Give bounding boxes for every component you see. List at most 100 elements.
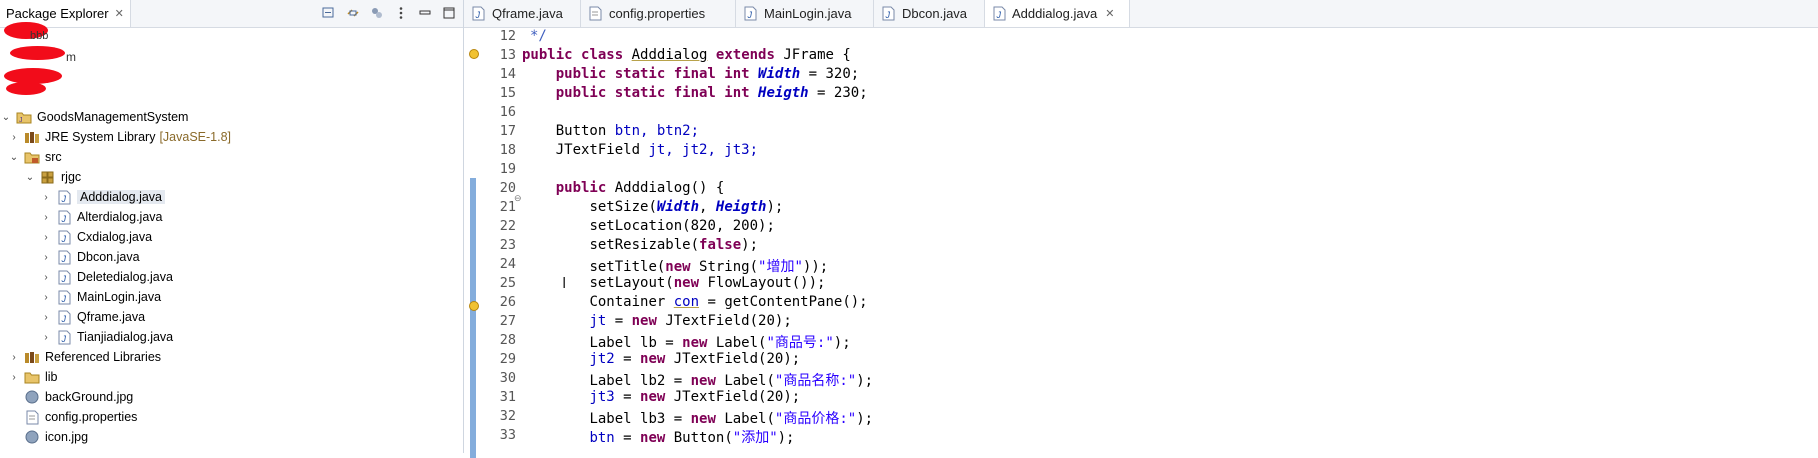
link-with-editor-icon[interactable] xyxy=(345,5,361,21)
image-file-icon xyxy=(24,429,40,445)
code-token: jt xyxy=(589,313,607,329)
tree-item-java-file[interactable]: › J Alterdialog.java xyxy=(40,207,162,227)
chevron-right-icon[interactable]: › xyxy=(40,332,52,343)
code-token: public xyxy=(522,47,573,63)
code-line: public class Adddialog extends JFrame { xyxy=(522,47,851,63)
code-token: "添加" xyxy=(732,430,778,446)
code-token: con xyxy=(673,294,700,310)
tree-item-jre[interactable]: › JRE System Library [JavaSE-1.8] xyxy=(8,127,231,147)
maximize-icon[interactable] xyxy=(441,5,457,21)
chevron-right-icon[interactable]: › xyxy=(40,232,52,243)
code-token: btn, btn2; xyxy=(614,123,700,139)
chevron-right-icon[interactable]: › xyxy=(40,292,52,303)
editor-tab[interactable]: J MainLogin.java xyxy=(736,0,874,27)
code-line: public Adddialog() { xyxy=(522,180,725,196)
code-area[interactable]: ⊖ I 12 13 14 15 16 17 18 19 20 21 22 23 … xyxy=(464,28,1818,458)
tree-item-java-file[interactable]: › J MainLogin.java xyxy=(40,287,161,307)
code-token: public static final int xyxy=(555,66,750,82)
code-line: Label lb2 = new Label("商品名称:"); xyxy=(522,370,873,390)
java-file-icon: J xyxy=(56,189,72,205)
editor-tab-active[interactable]: J Adddialog.java ✕ xyxy=(985,0,1130,27)
code-editor: J Qframe.java config.properties J MainLo… xyxy=(464,0,1818,458)
current-block-marker xyxy=(470,178,476,458)
folder-icon xyxy=(24,369,40,385)
code-token: )); xyxy=(802,259,829,275)
tree-item-java-file[interactable]: › J Deletedialog.java xyxy=(40,267,173,287)
tree-item-file[interactable]: icon.jpg xyxy=(24,427,88,447)
tree-item-label: MainLogin.java xyxy=(77,290,162,304)
java-file-icon: J xyxy=(56,249,72,265)
chevron-right-icon[interactable]: › xyxy=(40,312,52,323)
code-line: setLocation(820, 200); xyxy=(522,218,775,234)
chevron-right-icon[interactable]: › xyxy=(40,272,52,283)
chevron-right-icon[interactable]: › xyxy=(8,132,20,143)
line-number: 24 xyxy=(499,256,516,272)
chevron-right-icon[interactable]: › xyxy=(8,372,20,383)
code-line: setTitle(new String("增加")); xyxy=(522,256,828,276)
tree-item-label: Adddialog.java xyxy=(77,190,166,204)
tree-item-file[interactable]: backGround.jpg xyxy=(24,387,133,407)
code-token: Width xyxy=(656,199,700,215)
line-number: 32 xyxy=(499,408,516,424)
editor-tab-label: Qframe.java xyxy=(492,6,563,21)
code-token: String( xyxy=(690,259,759,275)
library-icon xyxy=(24,129,40,145)
code-token: Button xyxy=(555,123,607,139)
code-token: new xyxy=(640,389,666,405)
line-number: 20 xyxy=(499,180,516,196)
code-line: btn = new Button("添加"); xyxy=(522,427,794,447)
chevron-right-icon[interactable]: › xyxy=(40,252,52,263)
code-token: = xyxy=(606,313,632,329)
editor-tab[interactable]: J Dbcon.java xyxy=(874,0,985,27)
library-icon xyxy=(24,349,40,365)
redacted-partial-text: m xyxy=(66,50,76,64)
editor-tab[interactable]: J Qframe.java xyxy=(464,0,581,27)
code-token: FlowLayout()); xyxy=(699,275,826,291)
line-number: 12 xyxy=(499,28,516,44)
chevron-right-icon[interactable]: › xyxy=(8,352,20,363)
code-token: ); xyxy=(833,335,851,351)
chevron-down-icon[interactable]: ⌄ xyxy=(0,112,12,123)
jre-version-label: [JavaSE-1.8] xyxy=(159,130,232,144)
code-token: jt3 xyxy=(589,389,615,405)
tree-item-referenced-libraries[interactable]: › Referenced Libraries xyxy=(8,347,161,367)
code-token: btn xyxy=(589,430,615,446)
code-token: new xyxy=(682,335,708,351)
tree-item-label: src xyxy=(45,150,62,164)
tree-item-project[interactable]: ⌄ J GoodsManagementSystem xyxy=(0,107,189,127)
code-token: Adddialog() { xyxy=(614,180,725,196)
code-token: setLocation(820, 200); xyxy=(589,218,775,234)
filters-icon[interactable] xyxy=(369,5,385,21)
tree-item-java-file[interactable]: › J Tianjiadialog.java xyxy=(40,327,173,347)
java-file-icon: J xyxy=(744,6,758,21)
minimize-icon[interactable] xyxy=(417,5,433,21)
tree-item-file[interactable]: config.properties xyxy=(24,407,137,427)
line-number: 23 xyxy=(499,237,516,253)
view-menu-icon[interactable] xyxy=(393,5,409,21)
tree-item-lib-folder[interactable]: › lib xyxy=(8,367,57,387)
chevron-down-icon[interactable]: ⌄ xyxy=(8,152,20,163)
close-icon[interactable]: ✕ xyxy=(115,7,124,20)
tree-item-label: Dbcon.java xyxy=(77,250,140,264)
code-token: Heigth xyxy=(758,85,809,101)
chevron-down-icon[interactable]: ⌄ xyxy=(24,172,36,183)
chevron-right-icon[interactable]: › xyxy=(40,192,52,203)
tree-item-java-file[interactable]: › J Adddialog.java xyxy=(40,187,166,207)
tree-item-package[interactable]: ⌄ rjgc xyxy=(24,167,81,187)
tree-item-src[interactable]: ⌄ src xyxy=(8,147,62,167)
editor-tab[interactable]: config.properties xyxy=(581,0,736,27)
collapse-all-icon[interactable] xyxy=(321,5,337,21)
tree-item-java-file[interactable]: › J Cxdialog.java xyxy=(40,227,152,247)
code-line: JTextField jt, jt2, jt3; xyxy=(522,142,758,158)
code-token: "增加" xyxy=(758,259,803,275)
tree-item-java-file[interactable]: › J Qframe.java xyxy=(40,307,145,327)
svg-text:J: J xyxy=(885,10,891,20)
svg-text:J: J xyxy=(19,117,23,124)
chevron-right-icon[interactable]: › xyxy=(40,212,52,223)
svg-text:J: J xyxy=(60,234,66,244)
tree-item-java-file[interactable]: › J Dbcon.java xyxy=(40,247,140,267)
line-number: 14 xyxy=(499,66,516,82)
code-token: Button( xyxy=(665,430,733,446)
tree-item-label: rjgc xyxy=(61,170,82,184)
close-icon[interactable]: ✕ xyxy=(1105,7,1114,20)
